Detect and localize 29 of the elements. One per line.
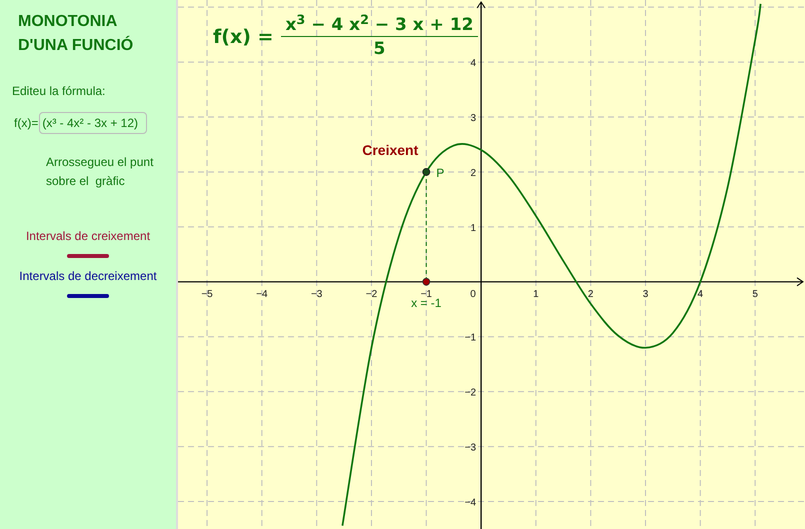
origin-label: 0 [470, 288, 476, 300]
edit-label: Editeu la fórmula: [12, 83, 106, 100]
axis-tick-label: −5 [201, 288, 213, 300]
drag-instruction: Arrossegueu el punt sobre el gràfic [46, 154, 154, 190]
axis-tick-label: 3 [470, 113, 476, 124]
axis-tick-label: 4 [470, 58, 476, 70]
axis-tick-label: −2 [464, 388, 476, 399]
x-projection-point [422, 278, 430, 286]
axis-tick-label: −4 [464, 498, 476, 509]
axis-tick-label: −3 [464, 442, 476, 454]
monotony-status-label: Creixent [362, 142, 418, 158]
draggable-point[interactable] [422, 168, 430, 176]
axis-tick-label: 4 [698, 288, 704, 300]
input-label: f(x)= [14, 115, 38, 132]
formula-input-field[interactable]: (x³ - 4x² - 3x + 12) [39, 112, 148, 134]
axis-tick-label: 1 [533, 288, 539, 300]
axis-tick-label: 2 [470, 168, 476, 179]
axis-tick-label: 3 [642, 288, 648, 300]
app-title: MONOTONIA D'UNA FUNCIÓ [18, 12, 134, 56]
axis-tick-label: −1 [464, 332, 476, 344]
axis-tick-label: 2 [588, 288, 594, 300]
axis-tick-label: −3 [310, 288, 322, 300]
axis-tick-label: −2 [366, 288, 378, 300]
axis-tick-label: −4 [256, 288, 268, 300]
axis-tick-label: 1 [470, 222, 476, 234]
legend-label: Intervals de decreixement [19, 268, 157, 285]
legend-label: Intervals de creixement [26, 228, 150, 245]
axis-tick-label: 5 [752, 288, 758, 300]
point-label: P [436, 166, 444, 180]
